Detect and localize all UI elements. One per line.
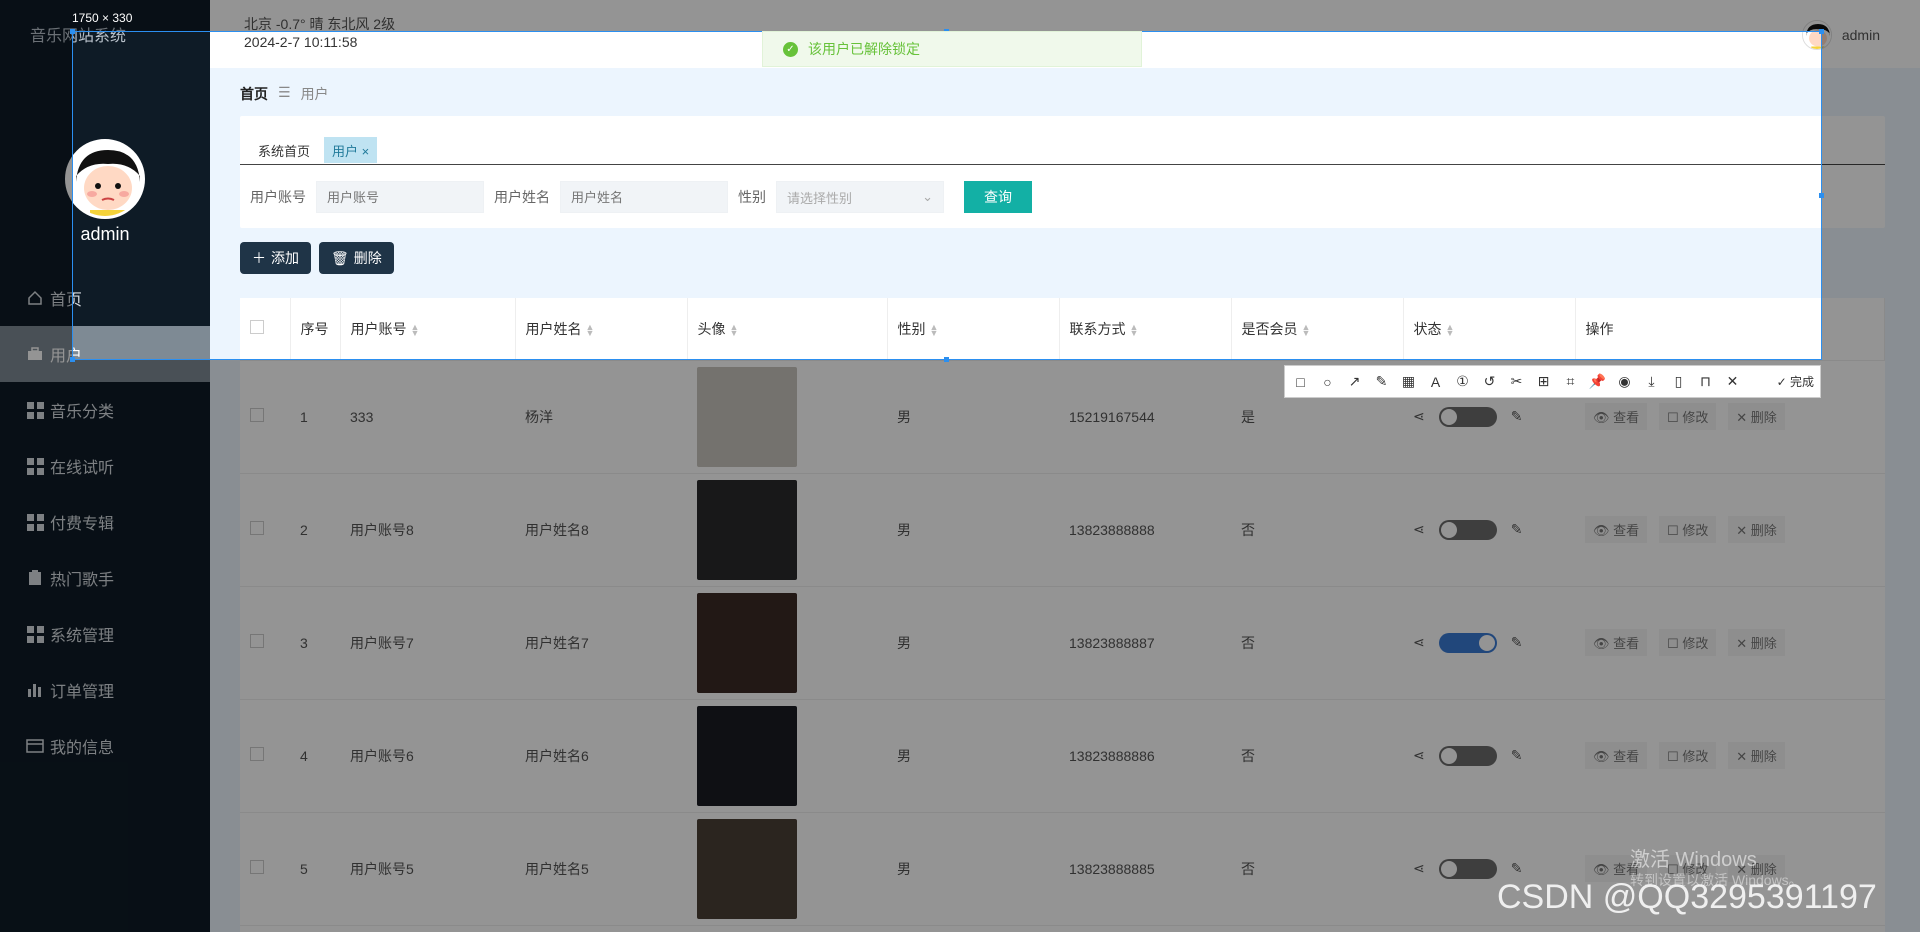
resize-handle[interactable] [1819,193,1824,198]
dim-overlay-top [0,0,1920,31]
rectangle-tool-icon[interactable]: □ [1291,374,1310,390]
resize-handle[interactable] [70,29,75,34]
phone-icon[interactable]: ▯ [1669,373,1688,390]
text-tool-icon[interactable]: A [1426,374,1445,390]
cut-icon[interactable]: ✂ [1507,373,1526,390]
record-icon[interactable]: ◉ [1615,373,1634,390]
mosaic-tool-icon[interactable]: ▦ [1399,373,1418,390]
translate-icon[interactable]: ⊞ [1534,373,1553,390]
dim-overlay-right [1822,31,1920,360]
pin-icon[interactable]: 📌 [1588,373,1607,390]
ocr-icon[interactable]: ⌗ [1561,373,1580,390]
csdn-watermark: CSDN @QQ3295391197 [1497,878,1877,916]
screenshot-toolbar: □ ○ ↗ ✎ ▦ A ① ↺ ✂ ⊞ ⌗ 📌 ◉ ⤓ ▯ ⊓ ✕ ✓ 完成 [1284,365,1821,398]
resize-handle[interactable] [944,357,949,362]
bookmark-icon[interactable]: ⊓ [1696,373,1715,390]
selection-size-label: 1750 × 330 [72,11,133,25]
undo-icon[interactable]: ↺ [1480,373,1499,390]
resize-handle[interactable] [70,357,75,362]
close-icon[interactable]: ✕ [1723,373,1742,390]
arrow-tool-icon[interactable]: ↗ [1345,373,1364,390]
done-button[interactable]: ✓ 完成 [1777,373,1814,390]
pen-tool-icon[interactable]: ✎ [1372,373,1391,390]
done-label: 完成 [1789,375,1814,389]
ellipse-tool-icon[interactable]: ○ [1318,374,1337,390]
check-circle-icon: ✓ [783,41,798,57]
dim-overlay-left [0,31,72,360]
success-toast: ✓ 该用户已解除锁定 [762,31,1142,67]
download-icon[interactable]: ⤓ [1642,373,1661,390]
number-tool-icon[interactable]: ① [1453,373,1472,390]
windows-activation-watermark: 激活 Windows [1630,849,1757,871]
resize-handle[interactable] [1819,29,1824,34]
capture-selection[interactable] [72,31,1822,360]
toast-message: 该用户已解除锁定 [808,41,920,57]
